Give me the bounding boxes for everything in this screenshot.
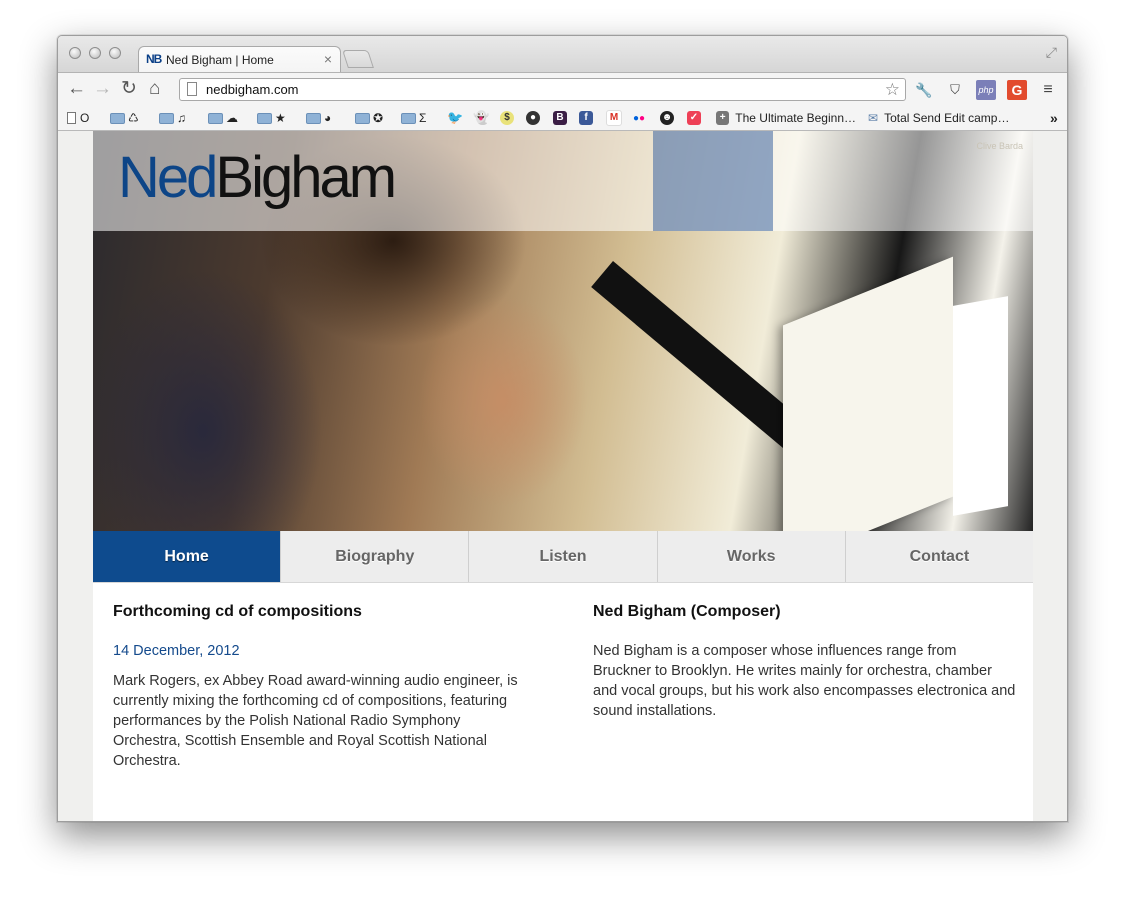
page-icon bbox=[187, 82, 197, 96]
php-icon[interactable]: php bbox=[976, 80, 996, 100]
close-icon[interactable]: × bbox=[324, 51, 332, 67]
bookmark-folder-recycle[interactable]: ♺ bbox=[110, 109, 139, 127]
bookmark-total-send[interactable]: ✉ Total Send Edit camp… bbox=[868, 109, 1008, 127]
site-page: NedBigham Clive Barda Home Biography Lis… bbox=[93, 131, 1034, 821]
fullscreen-icon[interactable]: ⤢ bbox=[1046, 44, 1057, 61]
nav-works[interactable]: Works bbox=[656, 531, 845, 582]
url-text: nedbigham.com bbox=[206, 82, 299, 97]
bookmarks-overflow-button[interactable]: » bbox=[1050, 109, 1058, 127]
browser-window: NB Ned Bigham | Home × ⤢ ← → ↻ ⌂ nedbigh… bbox=[57, 35, 1068, 822]
page-icon bbox=[67, 112, 76, 124]
menu-icon[interactable]: ≡ bbox=[1038, 80, 1058, 100]
logo-first-name: Ned bbox=[118, 145, 218, 210]
minimize-window-button[interactable] bbox=[89, 47, 101, 59]
bookmark-folder-star[interactable]: ★ bbox=[257, 109, 286, 127]
folder-icon bbox=[159, 112, 174, 124]
close-window-button[interactable] bbox=[69, 47, 81, 59]
flickr-icon[interactable]: ● ● bbox=[633, 109, 645, 127]
tab-title: Ned Bigham | Home bbox=[166, 53, 274, 67]
bookmark-star-icon[interactable]: ☆ bbox=[885, 80, 900, 100]
folder-icon bbox=[306, 112, 321, 124]
sheet-music bbox=[783, 256, 953, 531]
folder-icon bbox=[355, 112, 370, 124]
bookmark-page[interactable]: O bbox=[67, 109, 89, 127]
facebook-icon[interactable]: f bbox=[579, 111, 593, 125]
pocket-save-icon[interactable]: ✓ bbox=[687, 111, 701, 125]
tab-home[interactable]: NB Ned Bigham | Home × bbox=[138, 46, 341, 73]
logo-last-name: Bigham bbox=[215, 145, 397, 210]
site-logo[interactable]: NedBigham bbox=[118, 143, 397, 213]
folder-icon bbox=[401, 112, 416, 124]
zoom-window-button[interactable] bbox=[109, 47, 121, 59]
bookmarks-bar: O ♺ ♫ ☁ ★ ◕ ✪ Σ 🐦 👻 $ ● B f M ● ● ☻ ✓ + … bbox=[58, 106, 1067, 131]
bookmark-folder-pie[interactable]: ◕ bbox=[306, 109, 331, 127]
back-icon[interactable]: ← bbox=[67, 78, 86, 100]
about-column: Ned Bigham (Composer) Ned Bigham is a co… bbox=[593, 601, 1018, 721]
nav-home[interactable]: Home bbox=[93, 531, 281, 582]
news-heading: Forthcoming cd of compositions bbox=[113, 603, 362, 620]
mail-icon: ✉ bbox=[868, 111, 879, 125]
folder-icon bbox=[208, 112, 223, 124]
gmail-icon[interactable]: M bbox=[606, 110, 622, 126]
news-column: Forthcoming cd of compositions 14 Decemb… bbox=[113, 601, 523, 771]
bookmark-folder-music[interactable]: ♫ bbox=[159, 109, 186, 127]
home-icon[interactable]: ⌂ bbox=[149, 78, 160, 100]
page-viewport: NedBigham Clive Barda Home Biography Lis… bbox=[58, 131, 1067, 821]
wrench-icon[interactable]: 🔧 bbox=[914, 80, 934, 100]
hero-photo: NedBigham Clive Barda bbox=[93, 131, 1033, 531]
news-date: 14 December, 2012 bbox=[113, 643, 240, 659]
about-heading: Ned Bigham (Composer) bbox=[593, 603, 781, 620]
tab-strip: NB Ned Bigham | Home × ⤢ bbox=[58, 36, 1067, 73]
nav-biography[interactable]: Biography bbox=[280, 531, 469, 582]
folder-icon bbox=[257, 112, 272, 124]
bookmark-folder-cloud[interactable]: ☁ bbox=[208, 109, 238, 127]
nav-listen[interactable]: Listen bbox=[468, 531, 657, 582]
bookmark-folder-sigma[interactable]: Σ bbox=[401, 109, 426, 127]
bookmark-ultimate-beginner[interactable]: + The Ultimate Beginn… bbox=[716, 109, 856, 127]
pocket-icon[interactable]: ⛉ bbox=[945, 80, 965, 100]
g-extension-icon[interactable]: G bbox=[1007, 80, 1027, 100]
bootstrap-icon[interactable]: B bbox=[553, 111, 567, 125]
twitter-icon[interactable]: 🐦 bbox=[447, 109, 463, 127]
forward-icon[interactable]: → bbox=[93, 78, 112, 100]
news-body: Mark Rogers, ex Abbey Road award-winning… bbox=[113, 673, 518, 769]
folder-icon bbox=[110, 112, 125, 124]
photo-credit: Clive Barda bbox=[976, 141, 1023, 151]
favicon-icon: NB bbox=[146, 52, 162, 66]
nav-contact[interactable]: Contact bbox=[844, 531, 1034, 582]
toolbar: ← → ↻ ⌂ nedbigham.com ☆ 🔧 ⛉ php G ≡ bbox=[58, 72, 1067, 107]
money-icon[interactable]: $ bbox=[500, 111, 514, 125]
bookmark-folder-gear[interactable]: ✪ bbox=[355, 109, 383, 127]
about-body: Ned Bigham is a composer whose influence… bbox=[593, 643, 1016, 719]
new-tab-button[interactable] bbox=[342, 50, 374, 68]
panda-icon[interactable]: ☻ bbox=[660, 111, 674, 125]
reload-icon[interactable]: ↻ bbox=[121, 78, 137, 100]
github-icon[interactable]: ● bbox=[526, 111, 540, 125]
address-bar[interactable]: nedbigham.com ☆ bbox=[179, 78, 906, 101]
plus-icon: + bbox=[716, 111, 730, 125]
main-nav: Home Biography Listen Works Contact bbox=[93, 531, 1034, 583]
pacman-ghost-icon[interactable]: 👻 bbox=[473, 109, 489, 127]
